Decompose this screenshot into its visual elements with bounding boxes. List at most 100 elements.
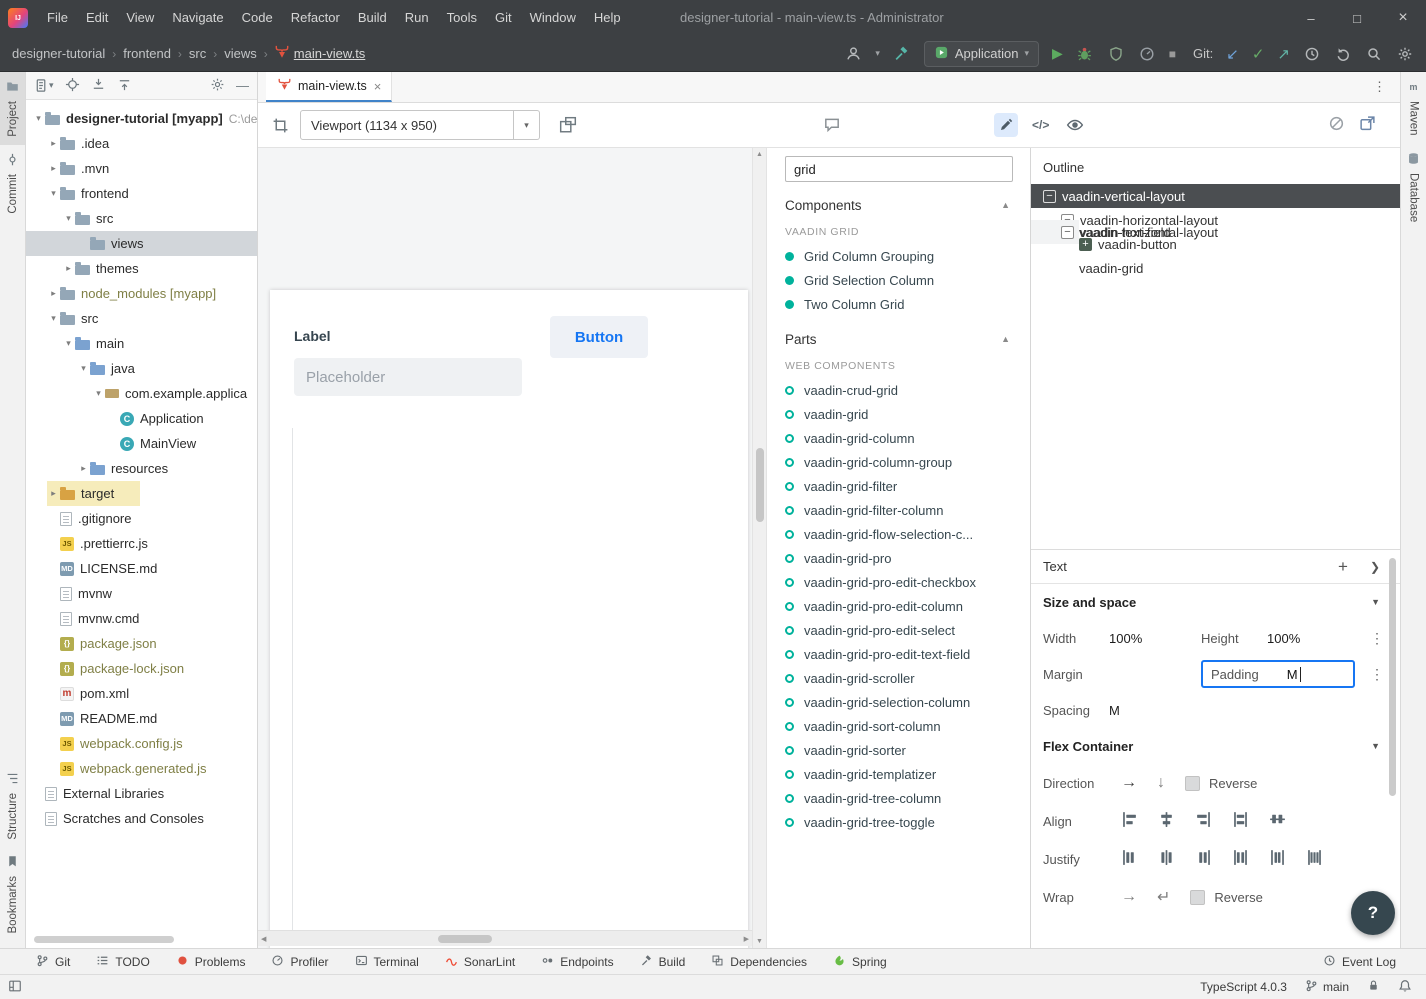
tool-window-button[interactable]: Problems xyxy=(176,954,246,970)
tool-window-button[interactable]: Endpoints xyxy=(541,954,613,970)
git-branch-widget[interactable]: main xyxy=(1305,979,1349,995)
palette-item[interactable]: vaadin-grid-selection-column xyxy=(767,690,1030,714)
palette-item[interactable]: vaadin-grid-column-group xyxy=(767,450,1030,474)
tree-item[interactable]: .gitignore xyxy=(26,506,257,531)
canvas-button[interactable]: Button xyxy=(550,316,648,358)
scroll-right-icon[interactable]: ▶ xyxy=(744,935,749,943)
palette-item[interactable]: vaadin-grid-pro-edit-column xyxy=(767,594,1030,618)
palette-item[interactable]: vaadin-grid xyxy=(767,402,1030,426)
tree-item[interactable]: {}package-lock.json xyxy=(26,656,257,681)
palette-item[interactable]: vaadin-grid-sort-column xyxy=(767,714,1030,738)
disable-overlay-icon[interactable] xyxy=(1328,115,1345,135)
tree-item[interactable]: JSwebpack.generated.js xyxy=(26,756,257,781)
code-view-icon[interactable]: </> xyxy=(1032,118,1049,132)
settings-gear-icon[interactable] xyxy=(1396,45,1414,63)
menu-item[interactable]: Run xyxy=(396,0,438,36)
tool-window-switcher-icon[interactable] xyxy=(8,979,22,996)
tree-chevron-icon[interactable]: ▾ xyxy=(47,188,60,199)
select-opened-file-icon[interactable]: ▾ xyxy=(34,74,54,98)
help-button[interactable]: ? xyxy=(1351,891,1395,935)
user-icon[interactable] xyxy=(844,45,862,63)
justify-center-icon[interactable] xyxy=(1158,849,1175,869)
align-stretch-icon[interactable] xyxy=(1232,811,1249,831)
viewport-select-arrow[interactable]: ▾ xyxy=(514,110,540,140)
nowrap-icon[interactable]: → xyxy=(1121,888,1137,906)
justify-between-icon[interactable] xyxy=(1232,849,1249,869)
palette-item[interactable]: vaadin-grid-templatizer xyxy=(767,762,1030,786)
palette-item[interactable]: vaadin-grid-flow-selection-c... xyxy=(767,522,1030,546)
menu-item[interactable]: View xyxy=(117,0,163,36)
tool-window-button[interactable]: Build xyxy=(640,954,686,970)
comment-icon[interactable] xyxy=(820,113,844,137)
close-button[interactable]: × xyxy=(1380,0,1426,36)
preview-eye-icon[interactable] xyxy=(1063,113,1087,137)
menu-item[interactable]: Git xyxy=(486,0,521,36)
collapse-section-icon[interactable]: ▲ xyxy=(1001,200,1010,210)
canvas-hscrollbar[interactable]: ◀ ▶ xyxy=(258,930,752,946)
tree-item[interactable]: ▾src xyxy=(26,306,257,331)
align-end-icon[interactable] xyxy=(1195,811,1212,831)
tree-chevron-icon[interactable]: ▸ xyxy=(47,163,60,174)
tree-item[interactable]: mvnw.cmd xyxy=(26,606,257,631)
palette-item[interactable]: vaadin-grid-pro-edit-checkbox xyxy=(767,570,1030,594)
collapse-node-icon[interactable]: − xyxy=(1043,190,1056,203)
menu-item[interactable]: Refactor xyxy=(282,0,349,36)
breadcrumb-file[interactable]: main-view.ts xyxy=(275,45,366,62)
locate-file-icon[interactable] xyxy=(65,77,80,95)
palette-search-input[interactable] xyxy=(785,156,1013,182)
project-settings-gear-icon[interactable] xyxy=(210,77,225,95)
tree-item[interactable]: mvnw xyxy=(26,581,257,606)
breadcrumb-item[interactable]: views xyxy=(224,46,257,61)
width-value[interactable]: 100% xyxy=(1109,631,1201,646)
tool-window-button[interactable]: Spring xyxy=(833,954,887,970)
direction-row-icon[interactable]: → xyxy=(1121,774,1137,792)
debug-bug-icon[interactable] xyxy=(1076,45,1094,63)
align-start-icon[interactable] xyxy=(1121,811,1138,831)
breadcrumb-item[interactable]: src xyxy=(189,46,206,61)
align-center-icon[interactable] xyxy=(1158,811,1175,831)
tree-item[interactable]: Scratches and Consoles xyxy=(26,806,257,831)
collapse-node-icon[interactable]: − xyxy=(1061,226,1074,239)
menu-item[interactable]: Navigate xyxy=(163,0,232,36)
justify-end-icon[interactable] xyxy=(1195,849,1212,869)
justify-around-icon[interactable] xyxy=(1269,849,1286,869)
outline-node[interactable]: −vaadin-horizontal-layout xyxy=(1031,220,1061,244)
tree-item[interactable]: ▾src xyxy=(26,206,257,231)
palette-section-header[interactable]: Parts ▲ xyxy=(767,324,1030,354)
tool-window-button[interactable]: Project xyxy=(0,72,25,145)
tree-item[interactable]: MDREADME.md xyxy=(26,706,257,731)
flex-container-section-header[interactable]: Flex Container ▼ xyxy=(1031,728,1400,764)
tree-item[interactable]: ▾main xyxy=(26,331,257,356)
menu-item[interactable]: Help xyxy=(585,0,630,36)
tool-window-button[interactable]: Git xyxy=(36,954,70,970)
wrap-reverse-checkbox[interactable] xyxy=(1190,890,1205,905)
tool-window-button[interactable]: Dependencies xyxy=(711,954,807,970)
chevron-down-icon[interactable]: ▼ xyxy=(1371,741,1380,751)
tree-chevron-icon[interactable]: ▾ xyxy=(92,388,105,399)
tree-chevron-icon[interactable]: ▾ xyxy=(32,113,45,124)
run-configuration-select[interactable]: Application ▾ xyxy=(924,41,1039,67)
build-hammer-icon[interactable] xyxy=(893,45,911,63)
palette-item[interactable]: vaadin-grid-filter xyxy=(767,474,1030,498)
tree-chevron-icon[interactable]: ▾ xyxy=(77,363,90,374)
tree-item[interactable]: JSwebpack.config.js xyxy=(26,731,257,756)
tree-chevron-icon[interactable]: ▸ xyxy=(47,288,60,299)
breadcrumb-item[interactable]: frontend xyxy=(123,46,171,61)
editor-tab[interactable]: main-view.ts × xyxy=(266,72,392,102)
coverage-shield-icon[interactable] xyxy=(1107,45,1125,63)
palette-item[interactable]: vaadin-grid-filter-column xyxy=(767,498,1030,522)
chevron-right-icon[interactable]: ❯ xyxy=(1370,560,1380,574)
tab-close-icon[interactable]: × xyxy=(374,79,382,94)
palette-item[interactable]: vaadin-crud-grid xyxy=(767,378,1030,402)
tool-window-button[interactable]: Terminal xyxy=(355,954,419,970)
properties-header[interactable]: Text + ❯ xyxy=(1031,550,1400,584)
palette-item[interactable]: vaadin-grid-column xyxy=(767,426,1030,450)
palette-item[interactable]: vaadin-grid-sorter xyxy=(767,738,1030,762)
tree-chevron-icon[interactable]: ▸ xyxy=(77,463,90,474)
tree-item[interactable]: ▸resources xyxy=(26,456,257,481)
tree-chevron-icon[interactable]: ▾ xyxy=(62,338,75,349)
direction-column-icon[interactable]: ↓ xyxy=(1157,774,1165,792)
scroll-left-icon[interactable]: ◀ xyxy=(261,935,266,943)
canvas-vscrollbar[interactable]: ▲ ▼ xyxy=(752,148,766,948)
tool-window-button[interactable]: Profiler xyxy=(271,954,328,970)
